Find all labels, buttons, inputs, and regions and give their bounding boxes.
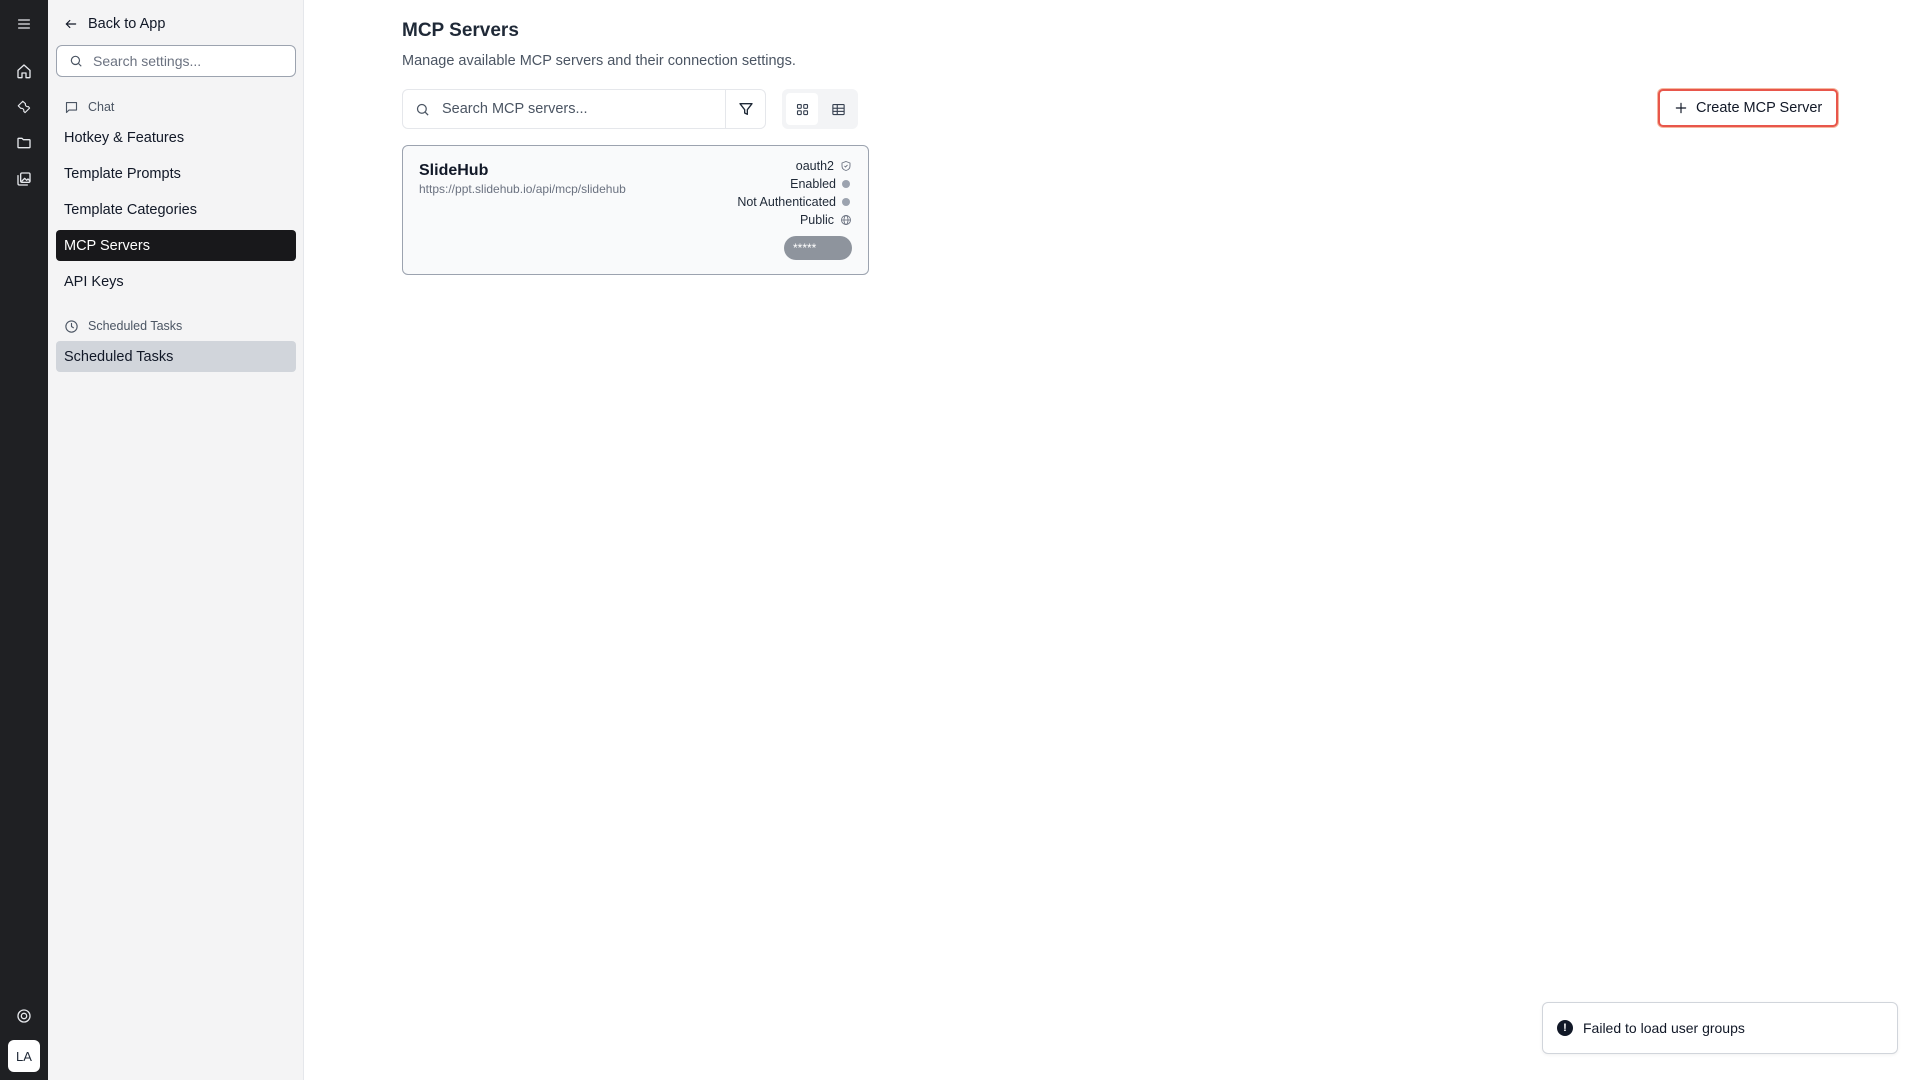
server-search-input[interactable] xyxy=(442,101,702,117)
section-chat-title: Chat xyxy=(88,100,115,114)
error-toast: ! Failed to load user groups xyxy=(1542,1002,1898,1054)
status-dot xyxy=(842,180,850,188)
avatar[interactable]: LA xyxy=(8,1040,40,1072)
back-to-app-link[interactable]: Back to App xyxy=(56,9,295,39)
home-icon[interactable] xyxy=(8,55,40,87)
arrow-left-icon xyxy=(65,19,77,29)
section-scheduled-tasks: Scheduled Tasks xyxy=(56,314,295,338)
create-mcp-server-button[interactable]: Create MCP Server xyxy=(1658,89,1839,127)
shield-check-icon xyxy=(841,161,851,171)
back-label: Back to App xyxy=(88,16,166,32)
folder-icon[interactable] xyxy=(8,127,40,159)
clock-icon xyxy=(65,319,78,333)
search-icon xyxy=(70,55,82,67)
settings-sidebar: Back to App Chat Hotkey & Features Templ… xyxy=(48,0,304,1080)
alert-icon: ! xyxy=(1557,1020,1573,1036)
server-search-group xyxy=(402,89,766,129)
visibility-row: Public xyxy=(800,212,852,228)
server-meta: oauth2 Enabled Not Authenticated Public xyxy=(737,158,852,228)
create-label: Create MCP Server xyxy=(1696,100,1823,116)
filter-icon xyxy=(738,103,753,115)
wrench-icon[interactable] xyxy=(8,91,40,123)
page-description: Manage available MCP servers and their c… xyxy=(402,53,796,69)
server-search xyxy=(403,90,725,128)
sidebar-item-hotkey-features[interactable]: Hotkey & Features xyxy=(56,122,296,153)
sidebar-item-mcp-servers[interactable]: MCP Servers xyxy=(56,230,296,261)
server-name: SlideHub xyxy=(419,162,489,179)
sidebar-item-template-categories[interactable]: Template Categories xyxy=(56,194,296,225)
toolbar xyxy=(402,89,858,129)
view-toggle xyxy=(782,89,858,129)
section-scheduled-title: Scheduled Tasks xyxy=(88,319,183,333)
page-title: MCP Servers xyxy=(402,20,519,41)
chat-icon xyxy=(65,101,78,113)
secret-badge: ***** xyxy=(784,236,852,260)
auth-state-row: Not Authenticated xyxy=(737,194,852,210)
menu-icon[interactable] xyxy=(8,8,40,40)
table-icon xyxy=(831,103,845,115)
server-card[interactable]: SlideHub https://ppt.slidehub.io/api/mcp… xyxy=(402,145,869,275)
auth-type: oauth2 xyxy=(795,159,834,173)
sidebar-item-template-prompts[interactable]: Template Prompts xyxy=(56,158,296,189)
help-icon[interactable] xyxy=(8,1000,40,1032)
globe-icon xyxy=(841,215,851,225)
settings-search-input[interactable] xyxy=(93,53,283,69)
table-view-button[interactable] xyxy=(822,93,854,125)
images-icon[interactable] xyxy=(8,163,40,195)
auth-state-dot xyxy=(842,198,850,206)
grid-view-button[interactable] xyxy=(786,93,818,125)
plus-icon xyxy=(1675,102,1687,114)
settings-search xyxy=(56,45,296,77)
section-chat: Chat xyxy=(56,95,295,119)
server-url: https://ppt.slidehub.io/api/mcp/slidehub xyxy=(419,182,626,196)
visibility-text: Public xyxy=(799,213,834,227)
status-row: Enabled xyxy=(790,176,852,192)
sidebar-item-api-keys[interactable]: API Keys xyxy=(56,266,296,297)
filter-button[interactable] xyxy=(725,90,765,128)
auth-type-row: oauth2 xyxy=(796,158,852,174)
grid-icon xyxy=(796,103,808,115)
auth-state-text: Not Authenticated xyxy=(737,195,836,209)
status-text: Enabled xyxy=(790,177,836,191)
sidebar-item-scheduled-tasks[interactable]: Scheduled Tasks xyxy=(56,341,296,372)
toast-message: Failed to load user groups xyxy=(1583,1020,1745,1036)
icon-rail: LA xyxy=(0,0,48,1080)
main-content: MCP Servers Manage available MCP servers… xyxy=(402,0,1920,1080)
search-icon xyxy=(416,103,429,116)
